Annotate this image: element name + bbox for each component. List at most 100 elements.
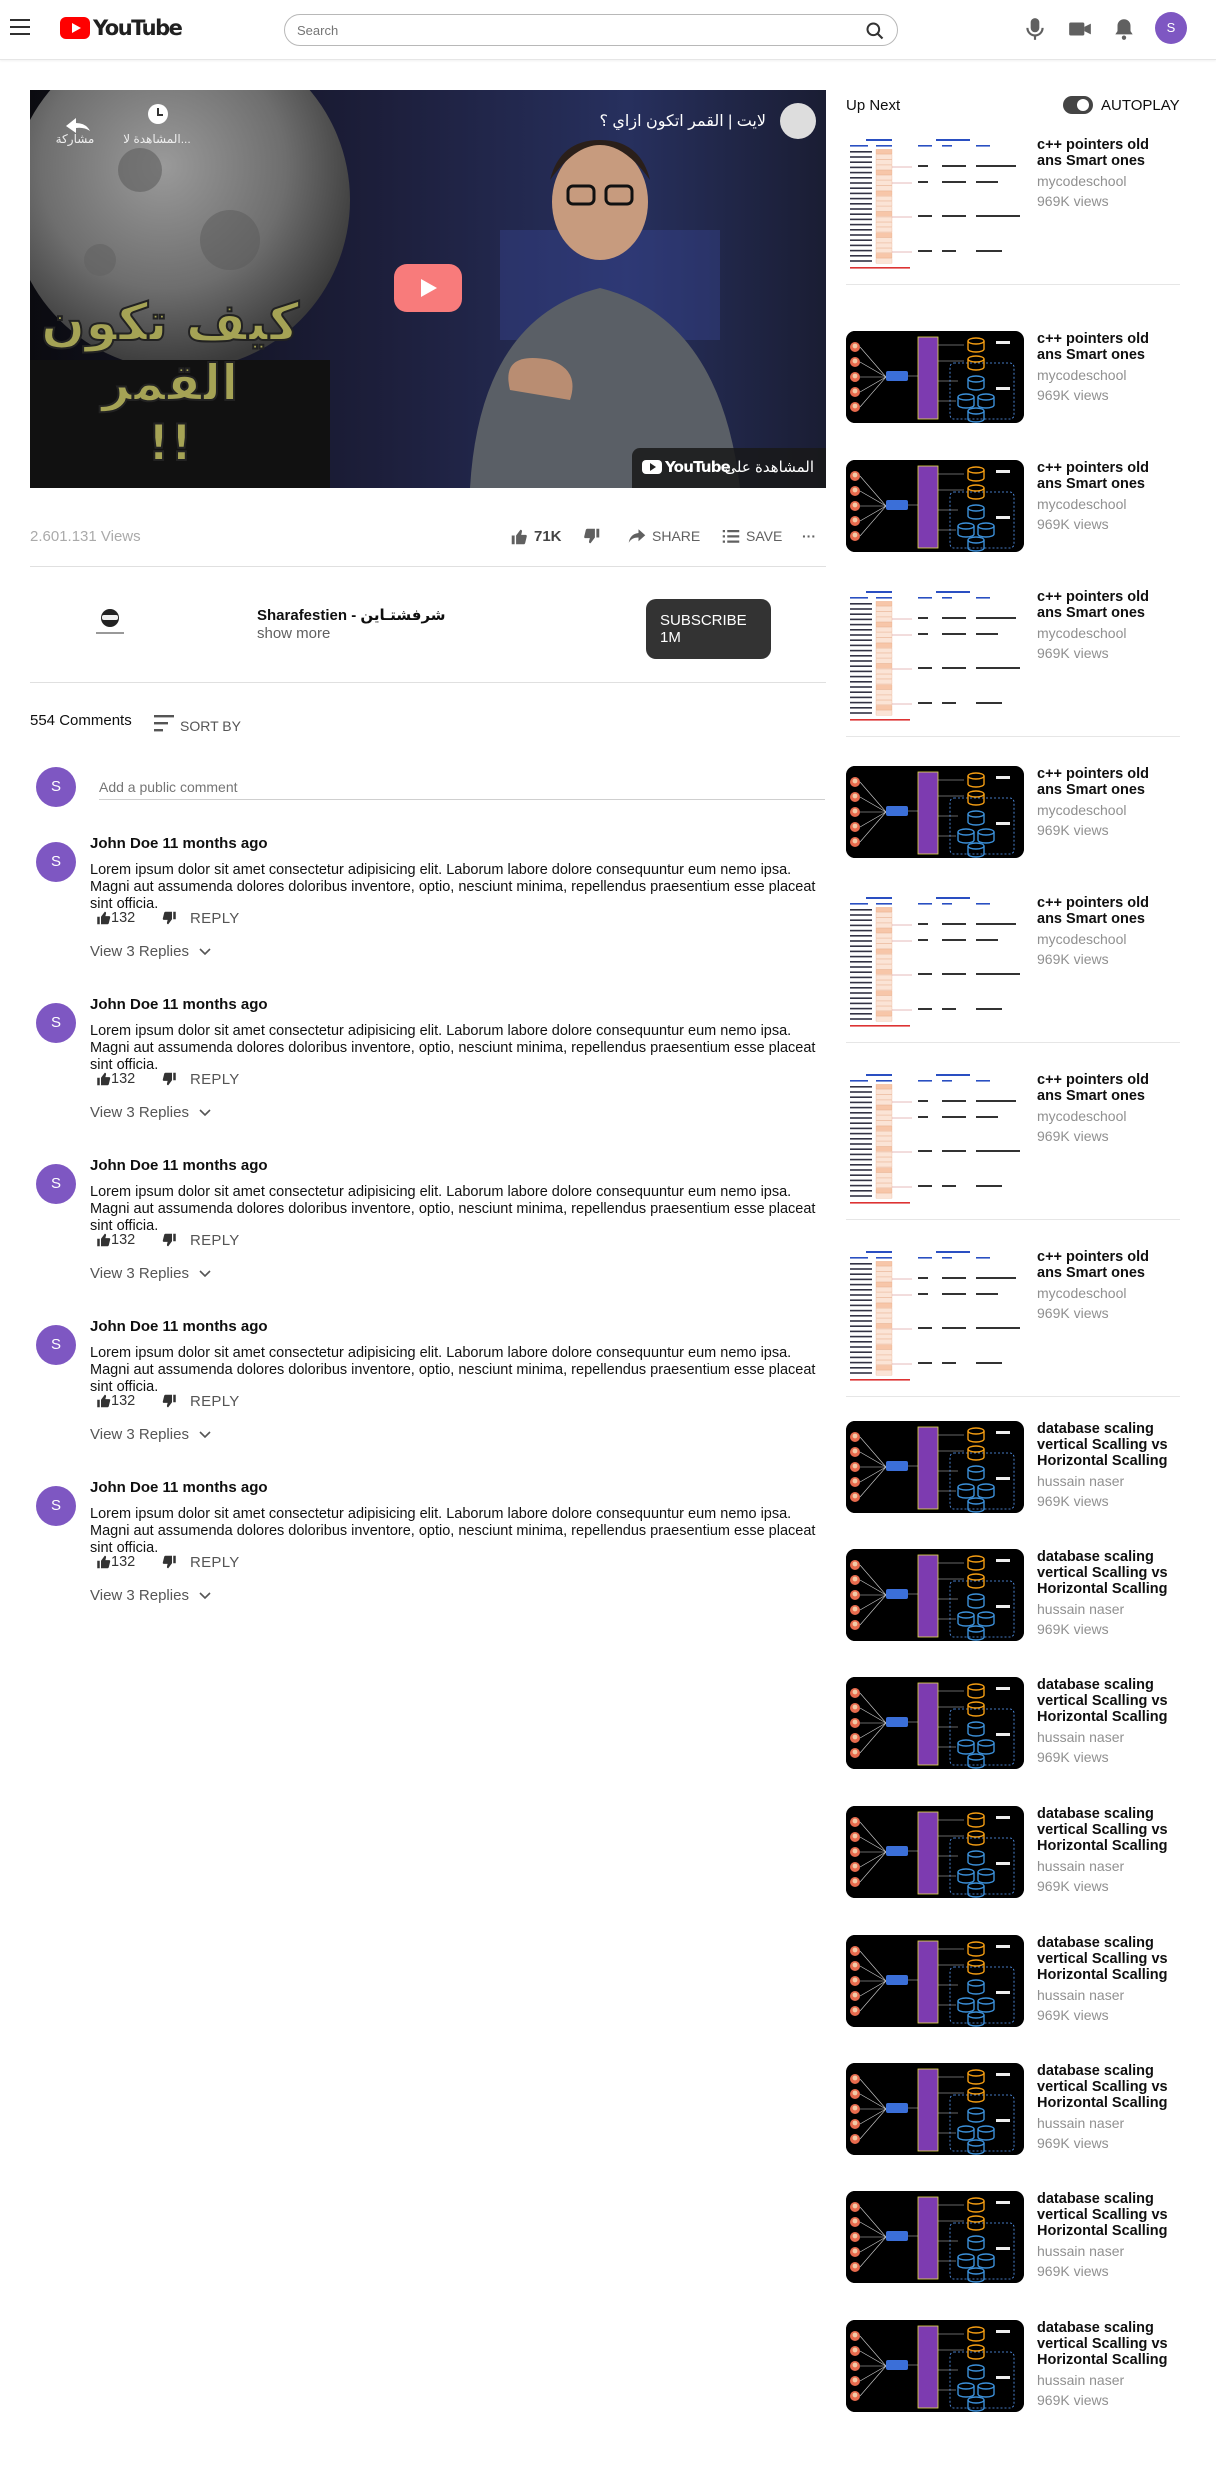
- thumbs-down-icon[interactable]: [162, 911, 177, 925]
- view-replies-button[interactable]: View 3 Replies: [90, 943, 211, 960]
- view-replies-button[interactable]: View 3 Replies: [90, 1265, 211, 1282]
- channel-name[interactable]: Sharafestien - شرفشتـاين: [257, 606, 446, 624]
- dislike-button[interactable]: [583, 528, 607, 544]
- video-thumbnail[interactable]: [846, 137, 1024, 273]
- recommended-video-title[interactable]: database scaling vertical Scalling vs Ho…: [1037, 1677, 1177, 1725]
- thumbs-down-icon[interactable]: [162, 1555, 177, 1569]
- recommended-video-channel[interactable]: hussain naser: [1037, 1858, 1124, 1874]
- recommended-video-channel[interactable]: hussain naser: [1037, 1473, 1124, 1489]
- thumbs-down-icon[interactable]: [162, 1072, 177, 1086]
- recommended-video-channel[interactable]: hussain naser: [1037, 2115, 1124, 2131]
- video-thumbnail[interactable]: [846, 895, 1024, 1031]
- microphone-icon[interactable]: [1022, 16, 1048, 42]
- video-thumbnail[interactable]: [846, 1072, 1024, 1208]
- recommended-video-title[interactable]: c++ pointers old ans Smart ones: [1037, 1072, 1177, 1104]
- video-thumbnail[interactable]: [846, 1549, 1024, 1641]
- user-avatar[interactable]: S: [1155, 12, 1187, 44]
- recommended-video-title[interactable]: c++ pointers old ans Smart ones: [1037, 766, 1177, 798]
- comment-avatar[interactable]: S: [36, 1164, 76, 1204]
- watch-on-youtube-button[interactable]: YouTube المشاهدة على: [632, 448, 826, 488]
- reply-button[interactable]: REPLY: [190, 1554, 240, 1571]
- comment-avatar[interactable]: S: [36, 1003, 76, 1043]
- youtube-logo[interactable]: YouTube: [60, 16, 183, 40]
- player-channel-avatar[interactable]: [780, 103, 816, 139]
- comment-author[interactable]: John Doe 11 months ago: [90, 1479, 268, 1496]
- recommended-video-title[interactable]: database scaling vertical Scalling vs Ho…: [1037, 1935, 1177, 1983]
- recommended-video-title[interactable]: c++ pointers old ans Smart ones: [1037, 331, 1177, 363]
- player-video-title[interactable]: لايت | القمر اتكون ازاي ؟: [599, 111, 766, 131]
- video-thumbnail[interactable]: [846, 460, 1024, 552]
- video-player[interactable]: كيف تكون القمر !! مشاركة المشاهدة لا... …: [30, 90, 826, 488]
- recommended-video-title[interactable]: c++ pointers old ans Smart ones: [1037, 895, 1177, 927]
- share-button[interactable]: SHARE: [628, 528, 700, 544]
- comment-author[interactable]: John Doe 11 months ago: [90, 835, 268, 852]
- recommended-video-channel[interactable]: hussain naser: [1037, 1601, 1124, 1617]
- recommended-video-channel[interactable]: hussain naser: [1037, 1987, 1124, 2003]
- recommended-video-channel[interactable]: hussain naser: [1037, 2372, 1124, 2388]
- recommended-video-channel[interactable]: hussain naser: [1037, 1729, 1124, 1745]
- recommended-video-title[interactable]: c++ pointers old ans Smart ones: [1037, 589, 1177, 621]
- comment-like-button[interactable]: 132: [96, 1232, 135, 1248]
- subscribe-button[interactable]: SUBSCRIBE 1M: [646, 599, 771, 659]
- video-thumbnail[interactable]: [846, 1249, 1024, 1385]
- menu-icon[interactable]: [10, 19, 30, 35]
- create-video-icon[interactable]: [1067, 16, 1093, 42]
- video-thumbnail[interactable]: [846, 1806, 1024, 1898]
- recommended-video-title[interactable]: database scaling vertical Scalling vs Ho…: [1037, 2063, 1177, 2111]
- reply-button[interactable]: REPLY: [190, 1232, 240, 1249]
- reply-button[interactable]: REPLY: [190, 910, 240, 927]
- video-thumbnail[interactable]: [846, 2191, 1024, 2283]
- recommended-video-channel[interactable]: mycodeschool: [1037, 625, 1127, 641]
- recommended-video-channel[interactable]: mycodeschool: [1037, 496, 1127, 512]
- channel-avatar[interactable]: [88, 604, 132, 640]
- comment-like-button[interactable]: 132: [96, 1071, 135, 1087]
- comment-avatar[interactable]: S: [36, 1325, 76, 1365]
- notifications-bell-icon[interactable]: [1111, 16, 1137, 42]
- thumbs-down-icon[interactable]: [162, 1394, 177, 1408]
- thumbs-down-icon[interactable]: [162, 1233, 177, 1247]
- recommended-video-channel[interactable]: mycodeschool: [1037, 1285, 1127, 1301]
- video-thumbnail[interactable]: [846, 331, 1024, 423]
- view-replies-button[interactable]: View 3 Replies: [90, 1104, 211, 1121]
- recommended-video-title[interactable]: c++ pointers old ans Smart ones: [1037, 460, 1177, 492]
- recommended-video-channel[interactable]: mycodeschool: [1037, 367, 1127, 383]
- more-actions-button[interactable]: ···: [802, 528, 816, 544]
- view-replies-button[interactable]: View 3 Replies: [90, 1587, 211, 1604]
- comment-like-button[interactable]: 132: [96, 1393, 135, 1409]
- video-thumbnail[interactable]: [846, 766, 1024, 858]
- recommended-video-channel[interactable]: hussain naser: [1037, 2243, 1124, 2259]
- recommended-video-channel[interactable]: mycodeschool: [1037, 802, 1127, 818]
- save-button[interactable]: SAVE: [722, 528, 782, 544]
- reply-button[interactable]: REPLY: [190, 1393, 240, 1410]
- sort-by-button[interactable]: SORT BY: [153, 712, 241, 734]
- add-comment-input[interactable]: [99, 775, 825, 800]
- recommended-video-title[interactable]: database scaling vertical Scalling vs Ho…: [1037, 1806, 1177, 1854]
- recommended-video-title[interactable]: database scaling vertical Scalling vs Ho…: [1037, 1549, 1177, 1597]
- view-replies-button[interactable]: View 3 Replies: [90, 1426, 211, 1443]
- video-thumbnail[interactable]: [846, 2320, 1024, 2412]
- comment-author[interactable]: John Doe 11 months ago: [90, 1318, 268, 1335]
- reply-button[interactable]: REPLY: [190, 1071, 240, 1088]
- toggle-switch-icon[interactable]: [1063, 96, 1093, 114]
- video-thumbnail[interactable]: [846, 1935, 1024, 2027]
- recommended-video-channel[interactable]: mycodeschool: [1037, 1108, 1127, 1124]
- recommended-video-title[interactable]: database scaling vertical Scalling vs Ho…: [1037, 2320, 1177, 2368]
- recommended-video-title[interactable]: c++ pointers old ans Smart ones: [1037, 1249, 1177, 1281]
- recommended-video-title[interactable]: database scaling vertical Scalling vs Ho…: [1037, 2191, 1177, 2239]
- autoplay-toggle[interactable]: AUTOPLAY: [1063, 96, 1180, 114]
- comment-like-button[interactable]: 132: [96, 1554, 135, 1570]
- comment-like-button[interactable]: 132: [96, 910, 135, 926]
- comment-avatar[interactable]: S: [36, 1486, 76, 1526]
- share-overlay-label[interactable]: مشاركة: [35, 132, 115, 146]
- comment-author[interactable]: John Doe 11 months ago: [90, 996, 268, 1013]
- video-thumbnail[interactable]: [846, 1677, 1024, 1769]
- recommended-video-title[interactable]: c++ pointers old ans Smart ones: [1037, 137, 1177, 169]
- recommended-video-channel[interactable]: mycodeschool: [1037, 931, 1127, 947]
- search-icon[interactable]: [865, 21, 885, 41]
- video-thumbnail[interactable]: [846, 589, 1024, 725]
- like-button[interactable]: 71K: [510, 528, 562, 545]
- comment-author[interactable]: John Doe 11 months ago: [90, 1157, 268, 1174]
- watch-later-label[interactable]: المشاهدة لا...: [117, 132, 197, 146]
- video-thumbnail[interactable]: [846, 1421, 1024, 1513]
- play-button[interactable]: [394, 264, 462, 312]
